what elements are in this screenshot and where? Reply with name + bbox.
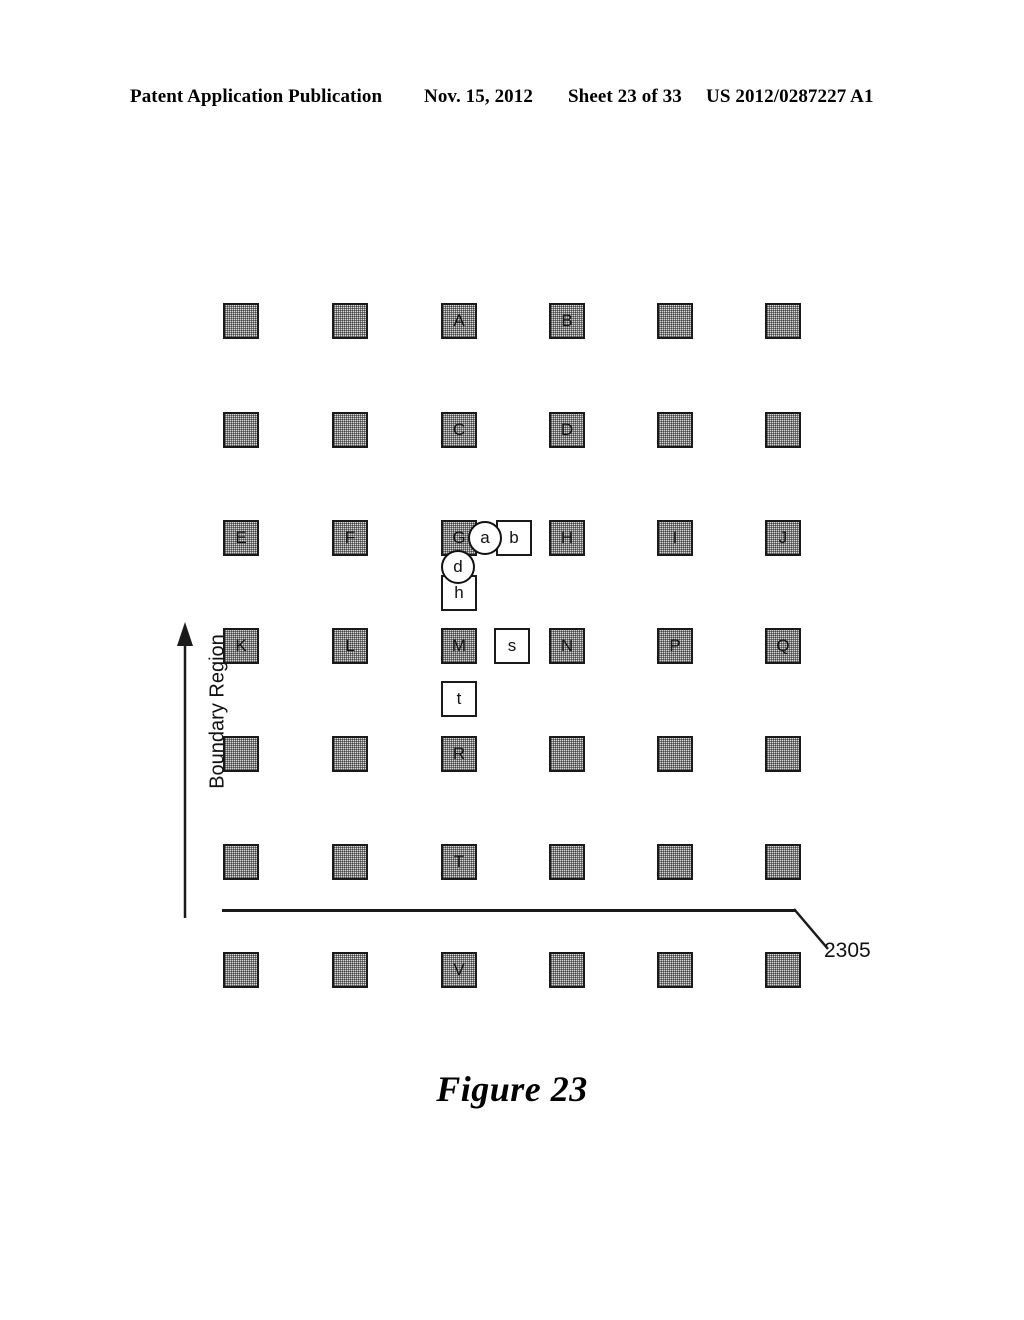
grid-node-blank [223,303,259,339]
grid-node-R: R [441,736,477,772]
grid-node-H: H [549,520,585,556]
grid-node-blank [657,844,693,880]
grid-node-blank [549,844,585,880]
grid-node-blank [765,303,801,339]
grid-node-blank [549,952,585,988]
grid-node-D: D [549,412,585,448]
grid-node-blank [765,736,801,772]
grid-node-A: A [441,303,477,339]
grid-node-P: P [657,628,693,664]
boundary-reference-numeral: 2305 [824,939,871,962]
grid-node-I: I [657,520,693,556]
grid-node-blank [657,736,693,772]
grid-node-N: N [549,628,585,664]
figure-caption: Figure 23 [436,1069,588,1109]
grid-node-L: L [332,628,368,664]
grid-node-V: V [441,952,477,988]
grid-node-blank [223,844,259,880]
grid-node-blank [657,303,693,339]
grid-node-T: T [441,844,477,880]
overlay-node-a: a [468,521,502,555]
grid-node-blank [332,844,368,880]
grid-node-blank [332,412,368,448]
boundary-region-arrow-icon [177,622,193,918]
overlay-node-s: s [494,628,530,664]
grid-node-F: F [332,520,368,556]
grid-node-blank [332,303,368,339]
grid-node-E: E [223,520,259,556]
overlay-node-d: d [441,550,475,584]
grid-node-B: B [549,303,585,339]
grid-node-blank [332,736,368,772]
grid-node-blank [223,952,259,988]
overlay-node-t: t [441,681,477,717]
grid-node-M: M [441,628,477,664]
grid-node-blank [223,412,259,448]
grid-node-blank [332,952,368,988]
grid-node-blank [657,952,693,988]
grid-node-blank [549,736,585,772]
grid-node-J: J [765,520,801,556]
grid-node-C: C [441,412,477,448]
grid-node-blank [657,412,693,448]
figure-drawing-area: ABCDEFGHIJKLMNPQRTV abdhst Boundary Regi… [0,0,1024,1320]
grid-node-blank [765,844,801,880]
boundary-region-label: Boundary Region [206,634,229,789]
boundary-line [222,909,796,912]
grid-node-blank [765,952,801,988]
grid-node-Q: Q [765,628,801,664]
grid-node-blank [765,412,801,448]
